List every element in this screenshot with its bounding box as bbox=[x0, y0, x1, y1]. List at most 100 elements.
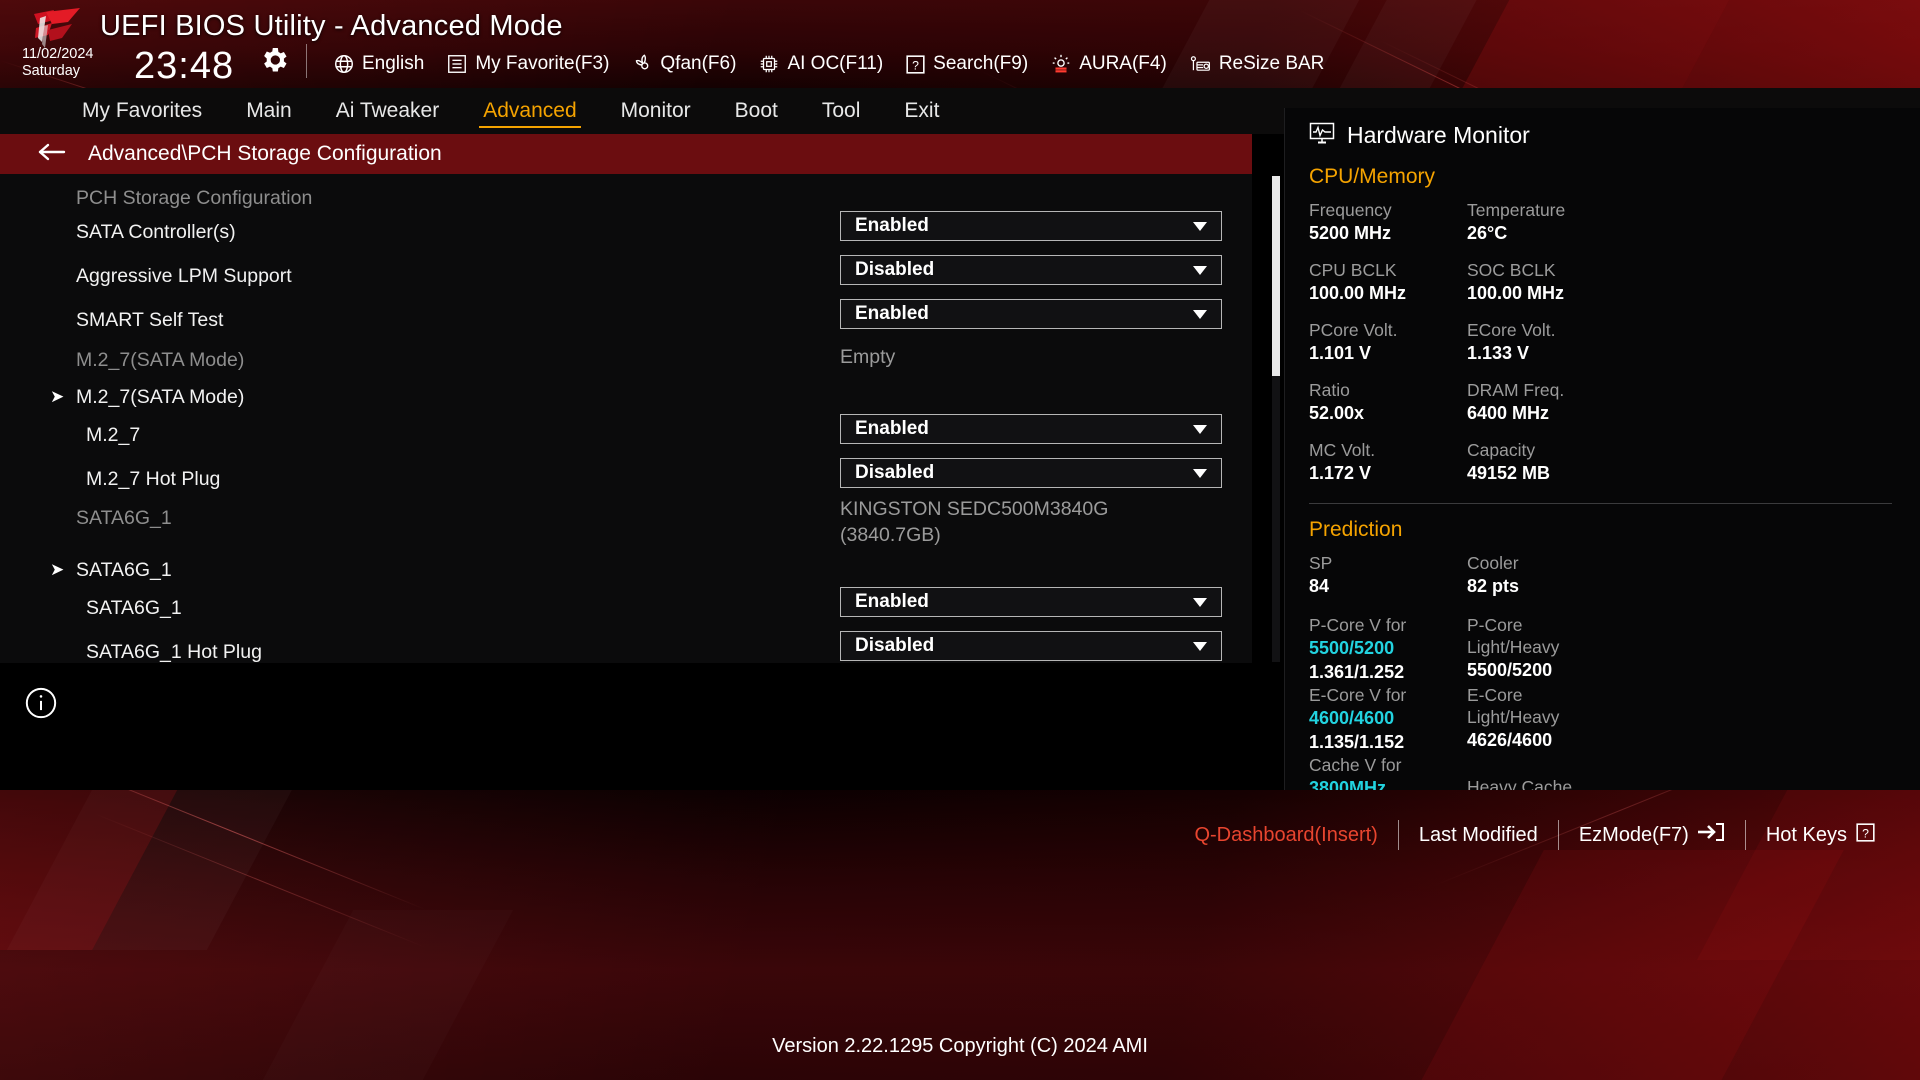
globe-icon bbox=[333, 53, 355, 75]
hw-key-pcore-v-for: P-Core V for bbox=[1309, 615, 1407, 635]
hw-highlight-pcore-freq: 5500/5200 bbox=[1309, 638, 1395, 658]
hw-key-pcore-volt: PCore Volt. bbox=[1309, 320, 1398, 340]
date-value: 11/02/2024 bbox=[22, 46, 94, 62]
sata6g-1-label: SATA6G_1 bbox=[86, 596, 182, 619]
hw-value-frequency: 5200 MHz bbox=[1309, 223, 1392, 243]
hw-section-prediction-grid: SP 84 Cooler 82 pts bbox=[1285, 546, 1920, 598]
hw-value-soc-bclk: 100.00 MHz bbox=[1467, 283, 1565, 303]
sata-controllers-dropdown[interactable]: Enabled bbox=[840, 211, 1222, 241]
svg-text:?: ? bbox=[1862, 826, 1869, 840]
question-box-icon: ? bbox=[1855, 822, 1876, 849]
hw-value-ecore-volt: 1.133 V bbox=[1467, 343, 1530, 363]
help-bar bbox=[0, 663, 1252, 790]
sata6g-1-hot-plug-dropdown[interactable]: Disabled bbox=[840, 631, 1222, 661]
hw-value-temperature: 26°C bbox=[1467, 223, 1508, 243]
hw-value-ratio: 52.00x bbox=[1309, 403, 1365, 423]
qfan-button[interactable]: Qfan(F6) bbox=[620, 53, 747, 75]
hw-key-sp: SP bbox=[1309, 553, 1333, 573]
arrow-into-box-icon bbox=[1697, 821, 1725, 849]
question-box-icon: ? bbox=[905, 54, 926, 75]
sata6g-1-hot-plug-value: Disabled bbox=[855, 635, 935, 656]
resize-bar-button[interactable]: ReSize BAR bbox=[1178, 53, 1336, 75]
svg-text:?: ? bbox=[912, 58, 919, 72]
back-arrow-icon[interactable] bbox=[36, 142, 66, 167]
my-favorite-button[interactable]: My Favorite(F3) bbox=[435, 53, 620, 75]
aggressive-lpm-value: Disabled bbox=[855, 259, 935, 280]
tab-ai-tweaker[interactable]: Ai Tweaker bbox=[314, 88, 462, 134]
footer-bar: Q-Dashboard(Insert) Last Modified EzMode… bbox=[0, 790, 1920, 1080]
hw-section-cpu-memory-title: CPU/Memory bbox=[1309, 165, 1436, 188]
submenu-arrow-icon: ➤ bbox=[50, 387, 65, 406]
hw-key-temperature: Temperature bbox=[1467, 200, 1566, 220]
gear-icon[interactable] bbox=[258, 44, 290, 76]
hw-value-pcore-light-heavy: 5500/5200 bbox=[1467, 660, 1553, 680]
language-label: English bbox=[362, 53, 425, 74]
hardware-monitor-panel: Hardware Monitor CPU/Memory Frequency 52… bbox=[1284, 108, 1920, 822]
tab-advanced[interactable]: Advanced bbox=[461, 88, 598, 134]
smart-self-test-dropdown[interactable]: Enabled bbox=[840, 299, 1222, 329]
ai-oc-button[interactable]: AI OC(F11) bbox=[747, 53, 894, 75]
hw-value-mc-volt: 1.172 V bbox=[1309, 463, 1372, 483]
qfan-label: Qfan(F6) bbox=[660, 53, 737, 74]
list-item-sata6g-1-submenu[interactable]: ➤ SATA6G_1 bbox=[0, 550, 1252, 590]
q-dashboard-button[interactable]: Q-Dashboard(Insert) bbox=[1174, 824, 1397, 847]
hw-key-ratio: Ratio bbox=[1309, 380, 1350, 400]
chevron-down-icon bbox=[1193, 221, 1207, 231]
resize-bar-label: ReSize BAR bbox=[1218, 53, 1325, 74]
header-toolbar: English My Favorite(F3) Qfan(F6) AI OC(F… bbox=[322, 48, 1335, 80]
ezmode-button[interactable]: EzMode(F7) bbox=[1559, 821, 1745, 849]
list-item-m2-7-info: M.2_7(SATA Mode) bbox=[0, 340, 1252, 380]
aura-label: AURA(F4) bbox=[1079, 53, 1167, 74]
sata6g-1-hot-plug-label: SATA6G_1 Hot Plug bbox=[86, 640, 262, 663]
hw-section-cpu-memory-grid: Frequency 5200 MHz Temperature 26°C CPU … bbox=[1285, 193, 1920, 485]
aura-button[interactable]: AURA(F4) bbox=[1039, 53, 1178, 75]
list-item-m2-7-submenu[interactable]: ➤ M.2_7(SATA Mode) bbox=[0, 377, 1252, 417]
footer-links: Q-Dashboard(Insert) Last Modified EzMode… bbox=[1174, 818, 1896, 852]
m2-7-dropdown[interactable]: Enabled bbox=[840, 414, 1222, 444]
language-button[interactable]: English bbox=[322, 53, 435, 75]
hw-value-pcore-v: 1.361/1.252 bbox=[1309, 662, 1405, 682]
m2-7-label: M.2_7 bbox=[86, 423, 141, 446]
hw-value-cpu-bclk: 100.00 MHz bbox=[1309, 283, 1407, 303]
m2-7-info-value: Empty bbox=[840, 346, 896, 368]
hw-key-capacity: Capacity bbox=[1467, 440, 1536, 460]
m2-7-info-label: M.2_7(SATA Mode) bbox=[76, 348, 245, 371]
aura-light-icon bbox=[1050, 53, 1072, 75]
header-divider bbox=[306, 44, 307, 78]
hw-section-prediction-title: Prediction bbox=[1309, 518, 1403, 541]
hw-value-dram-freq: 6400 MHz bbox=[1467, 403, 1550, 423]
hw-value-ecore-v: 1.135/1.152 bbox=[1309, 732, 1405, 752]
hw-key-mc-volt: MC Volt. bbox=[1309, 440, 1376, 460]
info-circle-icon[interactable] bbox=[24, 686, 58, 725]
hw-key-heavy-cache bbox=[1467, 754, 1920, 776]
clock-display: 23:48 bbox=[134, 45, 235, 87]
aggressive-lpm-dropdown[interactable]: Disabled bbox=[840, 255, 1222, 285]
sata6g-1-dropdown[interactable]: Enabled bbox=[840, 587, 1222, 617]
bios-screen: UEFI BIOS Utility - Advanced Mode 11/02/… bbox=[0, 0, 1920, 1080]
hw-value-sp: 84 bbox=[1309, 576, 1330, 596]
window-title: UEFI BIOS Utility - Advanced Mode bbox=[100, 10, 563, 42]
m2-7-hot-plug-dropdown[interactable]: Disabled bbox=[840, 458, 1222, 488]
search-button[interactable]: ? Search(F9) bbox=[894, 53, 1039, 75]
content-scrollbar-thumb[interactable] bbox=[1272, 176, 1280, 376]
chip-icon bbox=[758, 53, 780, 75]
tab-main[interactable]: Main bbox=[224, 88, 314, 134]
last-modified-button[interactable]: Last Modified bbox=[1399, 824, 1558, 847]
smart-self-test-value: Enabled bbox=[855, 303, 929, 324]
tab-exit[interactable]: Exit bbox=[882, 88, 961, 134]
hw-value-capacity: 49152 MB bbox=[1467, 463, 1551, 483]
tab-my-favorites[interactable]: My Favorites bbox=[60, 88, 224, 134]
sata6g-1-info-value: KINGSTON SEDC500M3840G (3840.7GB) bbox=[840, 498, 1109, 546]
tab-monitor[interactable]: Monitor bbox=[599, 88, 713, 134]
hw-key-dram-freq: DRAM Freq. bbox=[1467, 380, 1565, 400]
hw-key-frequency: Frequency bbox=[1309, 200, 1392, 220]
hw-key-cooler: Cooler bbox=[1467, 553, 1519, 573]
hot-keys-button[interactable]: Hot Keys ? bbox=[1746, 822, 1896, 849]
tab-boot[interactable]: Boot bbox=[713, 88, 800, 134]
tab-tool[interactable]: Tool bbox=[800, 88, 883, 134]
hw-value-ecore-light-heavy: 4626/4600 bbox=[1467, 730, 1553, 750]
smart-self-test-label: SMART Self Test bbox=[76, 308, 224, 331]
chevron-down-icon bbox=[1193, 641, 1207, 651]
chevron-down-icon bbox=[1193, 597, 1207, 607]
hw-key-pcore: P-Core bbox=[1467, 615, 1523, 635]
